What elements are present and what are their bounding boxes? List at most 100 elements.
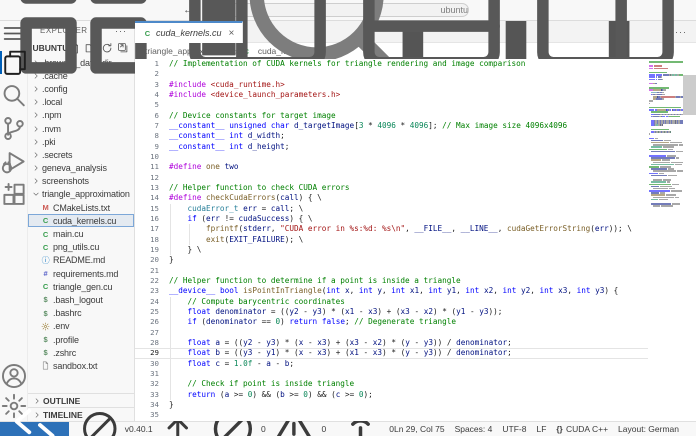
tree-item-label: screenshots bbox=[42, 176, 89, 187]
settings-gear-icon[interactable] bbox=[0, 391, 28, 421]
code-line[interactable]: 4 #include <device_launch_parameters.h> bbox=[135, 90, 648, 100]
code-line[interactable]: 2 bbox=[135, 69, 648, 79]
extensions-icon[interactable] bbox=[0, 178, 28, 211]
tree-item-profile[interactable]: $ .profile bbox=[28, 333, 134, 346]
tree-item-CMakeLists-txt[interactable]: M CMakeLists.txt bbox=[28, 201, 134, 214]
tree-item-npm[interactable]: .npm bbox=[28, 109, 134, 122]
tree-item-label: .pki bbox=[42, 136, 56, 147]
code-line[interactable]: 3 #include <cuda_runtime.h> bbox=[135, 80, 648, 90]
code-line[interactable]: 18 exit(EXIT_FAILURE); \ bbox=[135, 234, 648, 245]
indentation-status[interactable]: Spaces: 4 bbox=[455, 424, 493, 434]
code-line[interactable]: 30 float c = 1.0f - a - b; bbox=[135, 358, 648, 369]
search-view-icon[interactable] bbox=[0, 79, 28, 112]
code-line[interactable]: 34} bbox=[135, 400, 648, 410]
code-line[interactable]: 9 __constant__ int d_height; bbox=[135, 142, 648, 152]
tree-item-local[interactable]: .local bbox=[28, 96, 134, 109]
code-line[interactable]: 31 bbox=[135, 368, 648, 380]
code-line[interactable]: 26 if (denominator == 0) return false; /… bbox=[135, 317, 648, 328]
source-control-icon[interactable] bbox=[0, 112, 28, 145]
tree-item-triangle-gen-cu[interactable]: Ctriangle_gen.cu bbox=[28, 280, 134, 293]
tree-item-zshrc[interactable]: $ .zshrc bbox=[28, 346, 134, 359]
scrollbar-thumb[interactable] bbox=[683, 75, 696, 115]
menu-icon[interactable] bbox=[0, 21, 28, 46]
file-tree: .browser_data_dir .cache .config .local .npm… bbox=[28, 56, 134, 393]
tree-item-bash-logout[interactable]: $ .bash_logout bbox=[28, 293, 134, 306]
line-number: 6 bbox=[154, 110, 159, 120]
tree-item-png-utils-cu[interactable]: Cpng_utils.cu bbox=[28, 241, 134, 254]
tree-item-geneva-analysis[interactable]: geneva_analysis bbox=[28, 162, 134, 175]
code-line[interactable]: 7 __constant__ unsigned char d_targetImag… bbox=[135, 121, 648, 131]
chevron-right-icon bbox=[32, 98, 40, 106]
line-number: 34 bbox=[150, 399, 159, 409]
tree-item-nvm[interactable]: .nvm bbox=[28, 122, 134, 135]
remote-indicator[interactable] bbox=[0, 409, 70, 436]
line-number: 8 bbox=[154, 131, 159, 141]
tree-item-label: .bashrc bbox=[53, 308, 82, 319]
tree-item-main-cu[interactable]: Cmain.cu bbox=[28, 227, 134, 240]
tree-item-label: .zshrc bbox=[53, 347, 77, 358]
code-line[interactable]: 8 __constant__ int d_width; bbox=[135, 131, 648, 141]
code-line[interactable]: 11 #define one two bbox=[135, 162, 648, 172]
close-icon[interactable]: × bbox=[229, 28, 235, 39]
line-number: 2 bbox=[154, 69, 159, 79]
gear-file-icon bbox=[41, 322, 50, 331]
tree-item-cuda-kernels-cu[interactable]: Ccuda_kernels.cu bbox=[28, 214, 134, 228]
language-mode[interactable]: {} CUDA C++ bbox=[556, 424, 608, 434]
code-line[interactable]: 16 if (err != cudaSuccess) { \ bbox=[135, 213, 648, 225]
cuda-file-icon: C bbox=[42, 242, 49, 252]
run-debug-icon[interactable] bbox=[0, 145, 28, 178]
keyboard-layout[interactable]: Layout: German bbox=[618, 424, 679, 434]
line-number: 12 bbox=[150, 172, 159, 182]
code-line[interactable]: 27 bbox=[135, 327, 648, 338]
tree-item-requirements-md[interactable]: # requirements.md bbox=[28, 267, 134, 280]
code-editor: 1// Implementation of CUDA kernels for t… bbox=[135, 59, 696, 421]
tree-item-bashrc[interactable]: $ .bashrc bbox=[28, 307, 134, 320]
line-number: 16 bbox=[150, 213, 159, 223]
explorer-icon[interactable] bbox=[0, 46, 28, 79]
circle-slash-icon bbox=[78, 407, 122, 436]
tree-item-screenshots[interactable]: screenshots bbox=[28, 175, 134, 188]
line-number: 1 bbox=[154, 59, 159, 68]
tree-item-secrets[interactable]: .secrets bbox=[28, 148, 134, 161]
code-line[interactable]: 33 return (a >= 0) && (b >= 0) && (c >= … bbox=[135, 389, 648, 400]
encoding-status[interactable]: UTF-8 bbox=[502, 424, 526, 434]
code-line[interactable]: 6// Device constants for target image bbox=[135, 111, 648, 121]
code-line[interactable]: 28 float a = ((y2 - y3) * (x - x3) + (x3… bbox=[135, 337, 648, 349]
tree-item-label: .profile bbox=[53, 334, 79, 345]
info-file-icon: ⓘ bbox=[41, 255, 50, 265]
code-line[interactable]: 32 // Check if point is inside triangle bbox=[135, 379, 648, 390]
code-line[interactable]: 22// Helper function to determine if a p… bbox=[135, 276, 648, 286]
code-line[interactable]: 23 __device__ bool isPointInTriangle(int … bbox=[135, 286, 648, 296]
code-line[interactable]: 24 // Compute barycentric coordinates bbox=[135, 296, 648, 307]
code-line[interactable]: 29 float b = ((y3 - y1) * (x - x3) + (x1… bbox=[135, 348, 648, 359]
tree-item-pki[interactable]: .pki bbox=[28, 135, 134, 148]
code-line[interactable]: 25 float denominator = ((y2 - y3) * (x1 … bbox=[135, 306, 648, 318]
tree-item-label: .secrets bbox=[42, 149, 73, 160]
tree-item-label: README.md bbox=[53, 255, 106, 266]
code-line[interactable]: 10 bbox=[135, 152, 648, 162]
tree-item-sandbox-txt[interactable]: sandbox.txt bbox=[28, 359, 134, 372]
line-number: 11 bbox=[150, 162, 159, 172]
code-line[interactable]: 20} bbox=[135, 255, 648, 265]
tab-cuda-kernels[interactable]: C cuda_kernels.cu × bbox=[135, 21, 244, 43]
code-line[interactable]: 19 } \ bbox=[135, 244, 648, 256]
code-line[interactable]: 35 bbox=[135, 410, 648, 420]
code-line[interactable]: 13// Helper function to check CUDA error… bbox=[135, 183, 648, 193]
accounts-icon[interactable] bbox=[0, 361, 28, 391]
code-line[interactable]: 5 bbox=[135, 100, 648, 110]
tree-item-triangle-approximation[interactable]: triangle_approximation bbox=[28, 188, 134, 201]
braces-icon: {} bbox=[556, 425, 563, 434]
code-line[interactable]: 17 fprintf(stderr, "CUDA error in %s:%d:… bbox=[135, 224, 648, 235]
code-line[interactable]: 14 #define checkCudaErrors(call) { \ bbox=[135, 193, 648, 203]
tree-item-README-md[interactable]: ⓘ README.md bbox=[28, 254, 134, 267]
line-number: 23 bbox=[150, 286, 159, 296]
code-line[interactable]: 21 bbox=[135, 266, 648, 276]
tree-item-env[interactable]: .env bbox=[28, 320, 134, 333]
cursor-position[interactable]: Ln 29, Col 75 bbox=[394, 424, 445, 434]
minimap[interactable] bbox=[649, 61, 683, 421]
code-line[interactable]: 12 bbox=[135, 173, 648, 183]
code-line[interactable]: 15 cudaError_t err = call; \ bbox=[135, 203, 648, 214]
code-line[interactable]: 1// Implementation of CUDA kernels for t… bbox=[135, 59, 648, 69]
eol-status[interactable]: LF bbox=[536, 424, 546, 434]
line-number: 26 bbox=[150, 317, 159, 327]
